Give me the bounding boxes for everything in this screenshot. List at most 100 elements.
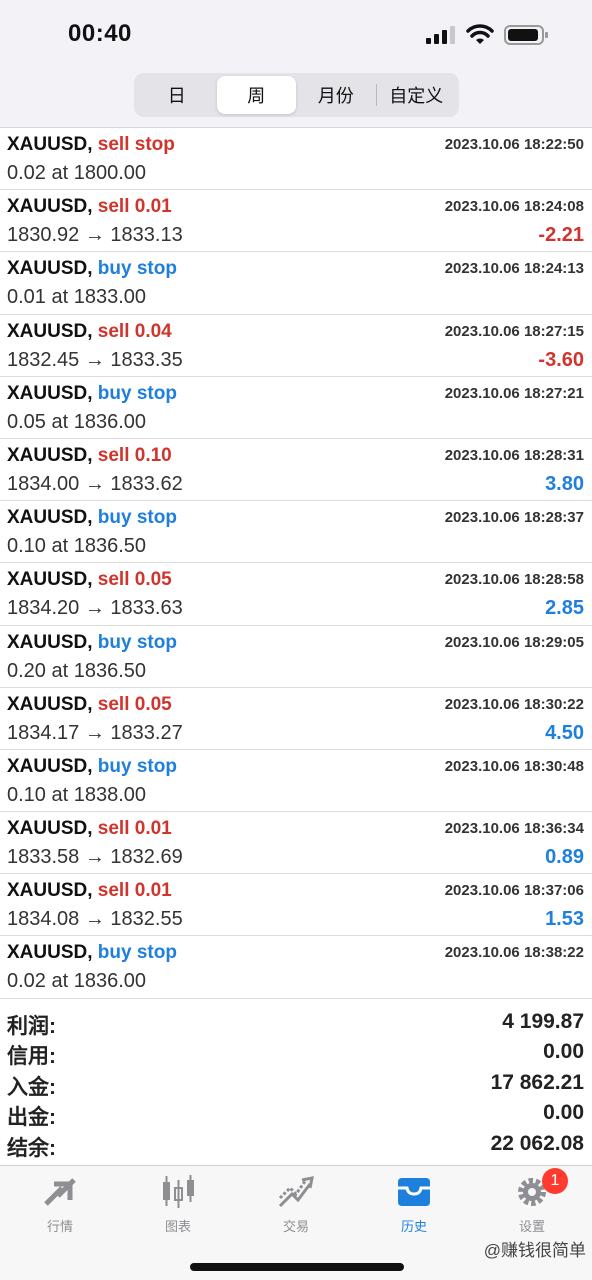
watermark: @赚钱很简单: [483, 1241, 586, 1260]
order-symbol-line: XAUUSD, sell 0.01: [7, 818, 172, 840]
history-icon: [398, 1178, 430, 1206]
order-symbol: XAUUSD,: [7, 880, 93, 902]
summary-value: 22 062.08: [490, 1131, 584, 1155]
tab-custom[interactable]: 自定义: [377, 76, 457, 114]
order-time: 2023.10.06 18:28:37: [444, 509, 584, 527]
order-type: buy stop: [97, 507, 177, 529]
order-symbol-line: XAUUSD, sell 0.01: [7, 880, 172, 902]
settings-badge: 1: [542, 1168, 568, 1194]
order-profit: 2.85: [545, 597, 584, 620]
tab-settings[interactable]: 1 设置: [482, 1168, 582, 1238]
order-row[interactable]: XAUUSD, buy stop 2023.10.06 18:29:05 0.20 …: [0, 626, 592, 688]
order-symbol-line: XAUUSD, sell stop: [7, 134, 175, 156]
tab-month[interactable]: 月份: [296, 76, 376, 114]
summary-label: 信用:: [7, 1045, 56, 1069]
order-symbol: XAUUSD,: [7, 258, 93, 280]
quotes-icon: [44, 1178, 76, 1206]
order-row[interactable]: XAUUSD, sell 0.05 2023.10.06 18:28:58 1834…: [0, 563, 592, 626]
order-type: buy stop: [97, 755, 177, 777]
order-time: 2023.10.06 18:38:22: [444, 944, 584, 962]
order-symbol: XAUUSD,: [7, 755, 93, 777]
tab-quotes[interactable]: 行情: [10, 1174, 110, 1238]
order-time: 2023.10.06 18:36:34: [444, 820, 584, 838]
order-row[interactable]: XAUUSD, sell 0.01 2023.10.06 18:24:08 1830…: [0, 190, 592, 253]
tab-trade[interactable]: 交易: [246, 1174, 346, 1238]
order-detail: 1834.17 → 1833.27: [7, 721, 183, 744]
order-row[interactable]: XAUUSD, buy stop 2023.10.06 18:27:21 0.05 …: [0, 377, 592, 439]
status-bar: 00:40: [0, 0, 592, 70]
order-type: sell 0.01: [97, 196, 172, 218]
order-time: 2023.10.06 18:27:21: [444, 384, 584, 402]
order-symbol: XAUUSD,: [7, 569, 93, 591]
order-symbol-line: XAUUSD, buy stop: [7, 258, 177, 280]
summary-label: 入金:: [7, 1075, 56, 1099]
order-time: 2023.10.06 18:28:58: [444, 571, 584, 589]
order-detail: 0.05 at 1836.00: [7, 410, 147, 433]
order-row[interactable]: XAUUSD, sell stop 2023.10.06 18:22:50 0.02…: [0, 128, 592, 191]
order-profit: -2.21: [538, 224, 584, 247]
order-profit: 0.89: [545, 846, 584, 869]
summary-label: 结余:: [7, 1136, 56, 1160]
order-detail: 0.10 at 1836.50: [7, 535, 147, 558]
order-detail: 0.02 at 1800.00: [7, 162, 147, 184]
order-row[interactable]: XAUUSD, sell 0.05 2023.10.06 18:30:22 1834…: [0, 688, 592, 750]
summary-value: 0.00: [543, 1040, 584, 1064]
order-type: sell stop: [97, 134, 175, 155]
order-symbol: XAUUSD,: [7, 444, 93, 466]
summary-value: 17 862.21: [490, 1070, 584, 1094]
order-type: sell 0.01: [97, 818, 172, 840]
summary-label: 利润:: [7, 1015, 56, 1038]
order-symbol: XAUUSD,: [7, 134, 93, 155]
order-type: buy stop: [97, 258, 177, 280]
order-type: sell 0.05: [97, 569, 172, 591]
home-indicator[interactable]: [190, 1263, 404, 1271]
order-row[interactable]: XAUUSD, sell 0.04 2023.10.06 18:27:15 1832…: [0, 315, 592, 377]
order-symbol: XAUUSD,: [7, 942, 93, 964]
order-symbol: XAUUSD,: [7, 382, 93, 404]
order-detail: 0.01 at 1833.00: [7, 286, 147, 309]
order-row[interactable]: XAUUSD, buy stop 2023.10.06 18:28:37 0.10 …: [0, 501, 592, 564]
order-profit: 4.50: [545, 721, 584, 744]
order-row[interactable]: XAUUSD, sell 0.01 2023.10.06 18:37:06 1834…: [0, 874, 592, 937]
summary-row: 结余: 22 062.08: [0, 1130, 592, 1160]
order-row[interactable]: XAUUSD, sell 0.10 2023.10.06 18:28:31 1834…: [0, 439, 592, 502]
order-time: 2023.10.06 18:28:31: [444, 446, 584, 464]
order-row[interactable]: XAUUSD, buy stop 2023.10.06 18:24:13 0.01 …: [0, 252, 592, 315]
order-detail: 1830.92 → 1833.13: [7, 224, 183, 247]
order-type: sell 0.10: [97, 444, 172, 466]
summary-value: 4 199.87: [502, 1010, 584, 1033]
period-selector-area: 日 周 月份 自定义: [0, 70, 592, 128]
tab-history[interactable]: 历史: [364, 1174, 464, 1238]
order-symbol-line: XAUUSD, buy stop: [7, 507, 177, 529]
order-row[interactable]: XAUUSD, buy stop 2023.10.06 18:38:22 0.02 …: [0, 936, 592, 999]
order-type: buy stop: [97, 382, 177, 404]
order-row[interactable]: XAUUSD, buy stop 2023.10.06 18:30:48 0.10 …: [0, 750, 592, 813]
order-detail: 1834.08 → 1832.55: [7, 908, 183, 931]
order-row[interactable]: XAUUSD, sell 0.01 2023.10.06 18:36:34 1833…: [0, 812, 592, 875]
order-time: 2023.10.06 18:30:48: [444, 757, 584, 775]
order-type: sell 0.01: [97, 880, 172, 902]
order-symbol: XAUUSD,: [7, 693, 93, 715]
tab-week[interactable]: 周: [216, 76, 296, 114]
order-history-list: XAUUSD, sell stop 2023.10.06 18:22:50 0.02…: [0, 128, 592, 999]
order-symbol: XAUUSD,: [7, 818, 93, 840]
summary-row: 出金: 0.00: [0, 1099, 592, 1129]
order-symbol: XAUUSD,: [7, 196, 93, 218]
order-symbol-line: XAUUSD, sell 0.01: [7, 196, 172, 218]
order-symbol-line: XAUUSD, buy stop: [7, 632, 177, 654]
order-time: 2023.10.06 18:24:13: [444, 260, 584, 278]
tab-day[interactable]: 日: [137, 76, 217, 114]
summary-row: 利润: 4 199.87: [0, 1008, 592, 1038]
battery-icon: [504, 25, 548, 45]
order-profit: 3.80: [545, 472, 584, 495]
order-type: buy stop: [97, 942, 177, 964]
order-detail: 1834.20 → 1833.63: [7, 597, 183, 620]
status-time: 00:40: [68, 20, 132, 47]
order-type: buy stop: [97, 631, 177, 653]
wifi-icon: [466, 24, 494, 44]
tab-chart[interactable]: 图表: [128, 1174, 228, 1238]
tab-trade-label: 交易: [282, 1219, 309, 1234]
order-profit: 1.53: [545, 908, 584, 931]
cellular-signal-icon: [426, 26, 455, 44]
order-symbol-line: XAUUSD, sell 0.05: [7, 569, 172, 591]
